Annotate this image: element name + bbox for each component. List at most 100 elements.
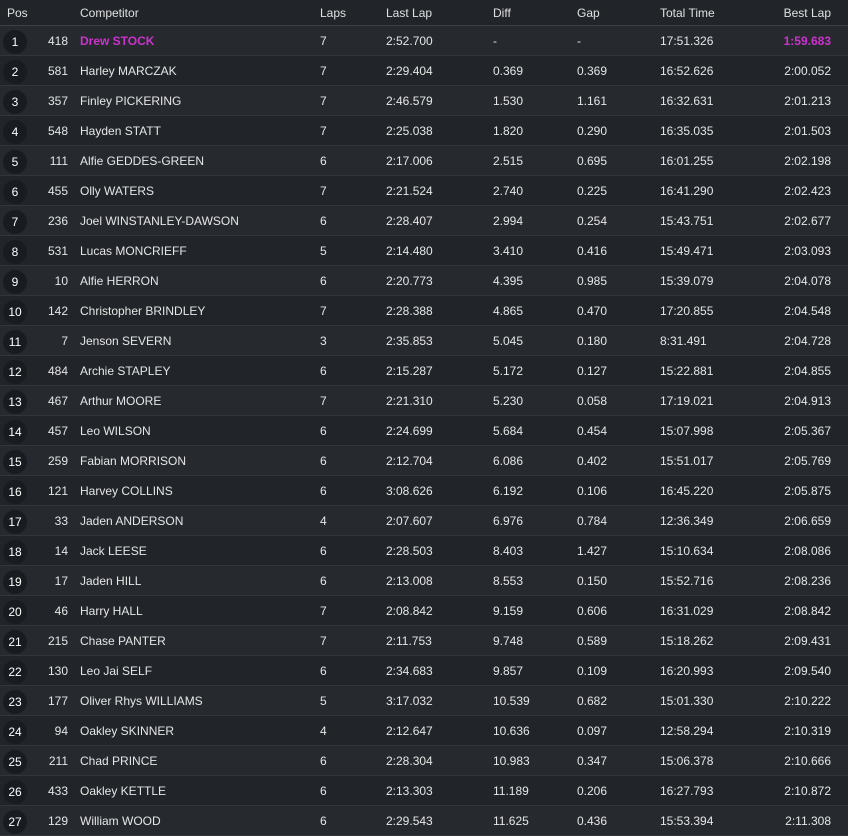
table-row[interactable]: 2 581 Harley MARCZAK 7 2:29.404 0.369 0.369 16:… — [0, 56, 848, 86]
table-row[interactable]: 15 259 Fabian MORRISON 6 2:12.704 6.086 0.402 1… — [0, 446, 848, 476]
gap-value: 0.416 — [577, 243, 608, 258]
competitor-name[interactable]: Alfie HERRON — [80, 266, 310, 295]
competitor-name[interactable]: Jaden HILL — [80, 566, 310, 595]
competitor-name[interactable]: Finley PICKERING — [80, 86, 310, 115]
competitor-name[interactable]: Leo Jai SELF — [80, 656, 310, 685]
table-row[interactable]: 11 7 Jenson SEVERN 3 2:35.853 5.045 0.180 8:31.… — [0, 326, 848, 356]
position-cell: 7 — [0, 206, 30, 235]
laps-count: 6 — [320, 813, 327, 828]
competitor-name[interactable]: Olly WATERS — [80, 176, 310, 205]
table-row[interactable]: 19 17 Jaden HILL 6 2:13.008 8.553 0.150 15:52.7… — [0, 566, 848, 596]
laps-count: 6 — [320, 423, 327, 438]
best-lap-time: 2:04.913 — [784, 393, 831, 408]
gap-value: 0.369 — [577, 63, 608, 78]
best-lap-time: 2:10.319 — [784, 723, 831, 738]
race-number: 130 — [47, 663, 68, 678]
competitor-name[interactable]: Christopher BRINDLEY — [80, 296, 310, 325]
diff-value: - — [493, 33, 497, 48]
header-competitor[interactable]: Competitor — [80, 0, 310, 25]
laps-count: 7 — [320, 93, 327, 108]
competitor-name[interactable]: Oakley KETTLE — [80, 776, 310, 805]
diff-value: 8.553 — [493, 573, 524, 588]
position-cell: 4 — [0, 116, 30, 145]
race-number: 129 — [47, 813, 68, 828]
table-row[interactable]: 1 418 Drew STOCK 7 2:52.700- -17:51.326 1:59.6… — [0, 26, 848, 56]
competitor-name[interactable]: Oakley SKINNER — [80, 716, 310, 745]
competitor-name[interactable]: Harry HALL — [80, 596, 310, 625]
table-row[interactable]: 13 467 Arthur MOORE 7 2:21.310 5.230 0.058 17:1… — [0, 386, 848, 416]
header-pos[interactable]: Pos — [7, 0, 28, 25]
table-row[interactable]: 17 33 Jaden ANDERSON 4 2:07.607 6.976 0.784 12:… — [0, 506, 848, 536]
competitor-name[interactable]: Oliver Rhys WILLIAMS — [80, 686, 310, 715]
table-row[interactable]: 12 484 Archie STAPLEY 6 2:15.287 5.172 0.127 15… — [0, 356, 848, 386]
best-lap-time: 2:09.431 — [784, 633, 831, 648]
table-row[interactable]: 22 130 Leo Jai SELF 6 2:34.683 9.857 0.109 16:2… — [0, 656, 848, 686]
competitor-name[interactable]: Fabian MORRISON — [80, 446, 310, 475]
table-row[interactable]: 10 142 Christopher BRINDLEY 7 2:28.388 4.865 0… — [0, 296, 848, 326]
laps-count: 6 — [320, 543, 327, 558]
competitor-name[interactable]: Archie STAPLEY — [80, 356, 310, 385]
race-number: 548 — [47, 123, 68, 138]
position-badge: 17 — [3, 509, 27, 534]
competitor-name[interactable]: Jenson SEVERN — [80, 326, 310, 355]
position-cell: 5 — [0, 146, 30, 175]
table-row[interactable]: 14 457 Leo WILSON 6 2:24.699 5.684 0.454 15:07.… — [0, 416, 848, 446]
gap-value: 0.254 — [577, 213, 608, 228]
table-row[interactable]: 9 10 Alfie HERRON 6 2:20.773 4.395 0.985 15:39.… — [0, 266, 848, 296]
gap-value: 0.695 — [577, 153, 608, 168]
diff-value: 11.189 — [493, 783, 529, 798]
header-gap[interactable]: Gap — [577, 0, 647, 25]
competitor-name[interactable]: Joel WINSTANLEY-DAWSON — [80, 206, 310, 235]
position-cell: 26 — [0, 776, 30, 805]
position-cell: 19 — [0, 566, 30, 595]
competitor-name[interactable]: Chase PANTER — [80, 626, 310, 655]
position-cell: 22 — [0, 656, 30, 685]
race-number: 121 — [47, 483, 68, 498]
race-number: 259 — [47, 453, 68, 468]
competitor-name[interactable]: Jack LEESE — [80, 536, 310, 565]
diff-value: 2.994 — [493, 213, 524, 228]
table-row[interactable]: 4 548 Hayden STATT 7 2:25.038 1.820 0.290 16:35… — [0, 116, 848, 146]
table-row[interactable]: 20 46 Harry HALL 7 2:08.842 9.159 0.606 16:31.0… — [0, 596, 848, 626]
header-laps[interactable]: Laps — [320, 0, 370, 25]
competitor-name[interactable]: Drew STOCK — [80, 26, 310, 55]
table-row[interactable]: 5 111 Alfie GEDDES-GREEN 6 2:17.006 2.515 0.69… — [0, 146, 848, 176]
competitor-name[interactable]: Hayden STATT — [80, 116, 310, 145]
competitor-name[interactable]: Jaden ANDERSON — [80, 506, 310, 535]
table-row[interactable]: 6 455 Olly WATERS 7 2:21.524 2.740 0.225 16:41.… — [0, 176, 848, 206]
race-number: 433 — [47, 783, 68, 798]
laps-count: 5 — [320, 243, 327, 258]
table-row[interactable]: 21 215 Chase PANTER 7 2:11.753 9.748 0.589 15:1… — [0, 626, 848, 656]
best-lap-time: 2:05.367 — [784, 423, 831, 438]
position-cell: 17 — [0, 506, 30, 535]
competitor-name[interactable]: Lucas MONCRIEFF — [80, 236, 310, 265]
table-row[interactable]: 24 94 Oakley SKINNER 4 2:12.647 10.636 0.097 12… — [0, 716, 848, 746]
competitor-name[interactable]: Harvey COLLINS — [80, 476, 310, 505]
competitor-name[interactable]: Chad PRINCE — [80, 746, 310, 775]
table-row[interactable]: 25 211 Chad PRINCE 6 2:28.304 10.983 0.347 15:0… — [0, 746, 848, 776]
position-badge: 21 — [3, 629, 27, 654]
diff-value: 9.748 — [493, 633, 524, 648]
position-badge: 11 — [3, 329, 27, 354]
table-row[interactable]: 18 14 Jack LEESE 6 2:28.503 8.403 1.427 15:10.6… — [0, 536, 848, 566]
table-row[interactable]: 8 531 Lucas MONCRIEFF 5 2:14.480 3.410 0.416 15… — [0, 236, 848, 266]
header-last-lap[interactable]: Last Lap — [386, 0, 476, 25]
competitor-name[interactable]: William WOOD — [80, 806, 310, 835]
competitor-name[interactable]: Leo WILSON — [80, 416, 310, 445]
table-row[interactable]: 23 177 Oliver Rhys WILLIAMS 5 3:17.032 10.539… — [0, 686, 848, 716]
table-row[interactable]: 26 433 Oakley KETTLE 6 2:13.303 11.189 0.206 16… — [0, 776, 848, 806]
competitor-name[interactable]: Arthur MOORE — [80, 386, 310, 415]
last-lap-time: 2:35.853 — [386, 333, 433, 348]
table-row[interactable]: 3 357 Finley PICKERING 7 2:46.579 1.530 1.161 1… — [0, 86, 848, 116]
last-lap-time: 2:52.700 — [386, 33, 433, 48]
last-lap-time: 2:21.310 — [386, 393, 433, 408]
table-row[interactable]: 16 121 Harvey COLLINS 6 3:08.626 6.192 0.106 16… — [0, 476, 848, 506]
header-diff[interactable]: Diff — [493, 0, 563, 25]
race-number: 33 — [54, 513, 68, 528]
table-row[interactable]: 27 129 William WOOD 6 2:29.543 11.625 0.436 15:… — [0, 806, 848, 836]
competitor-name[interactable]: Harley MARCZAK — [80, 56, 310, 85]
table-row[interactable]: 7 236 Joel WINSTANLEY-DAWSON 6 2:28.407 2.994… — [0, 206, 848, 236]
competitor-name[interactable]: Alfie GEDDES-GREEN — [80, 146, 310, 175]
position-badge: 12 — [3, 359, 27, 384]
header-best-lap[interactable]: Best Lap — [741, 0, 831, 25]
